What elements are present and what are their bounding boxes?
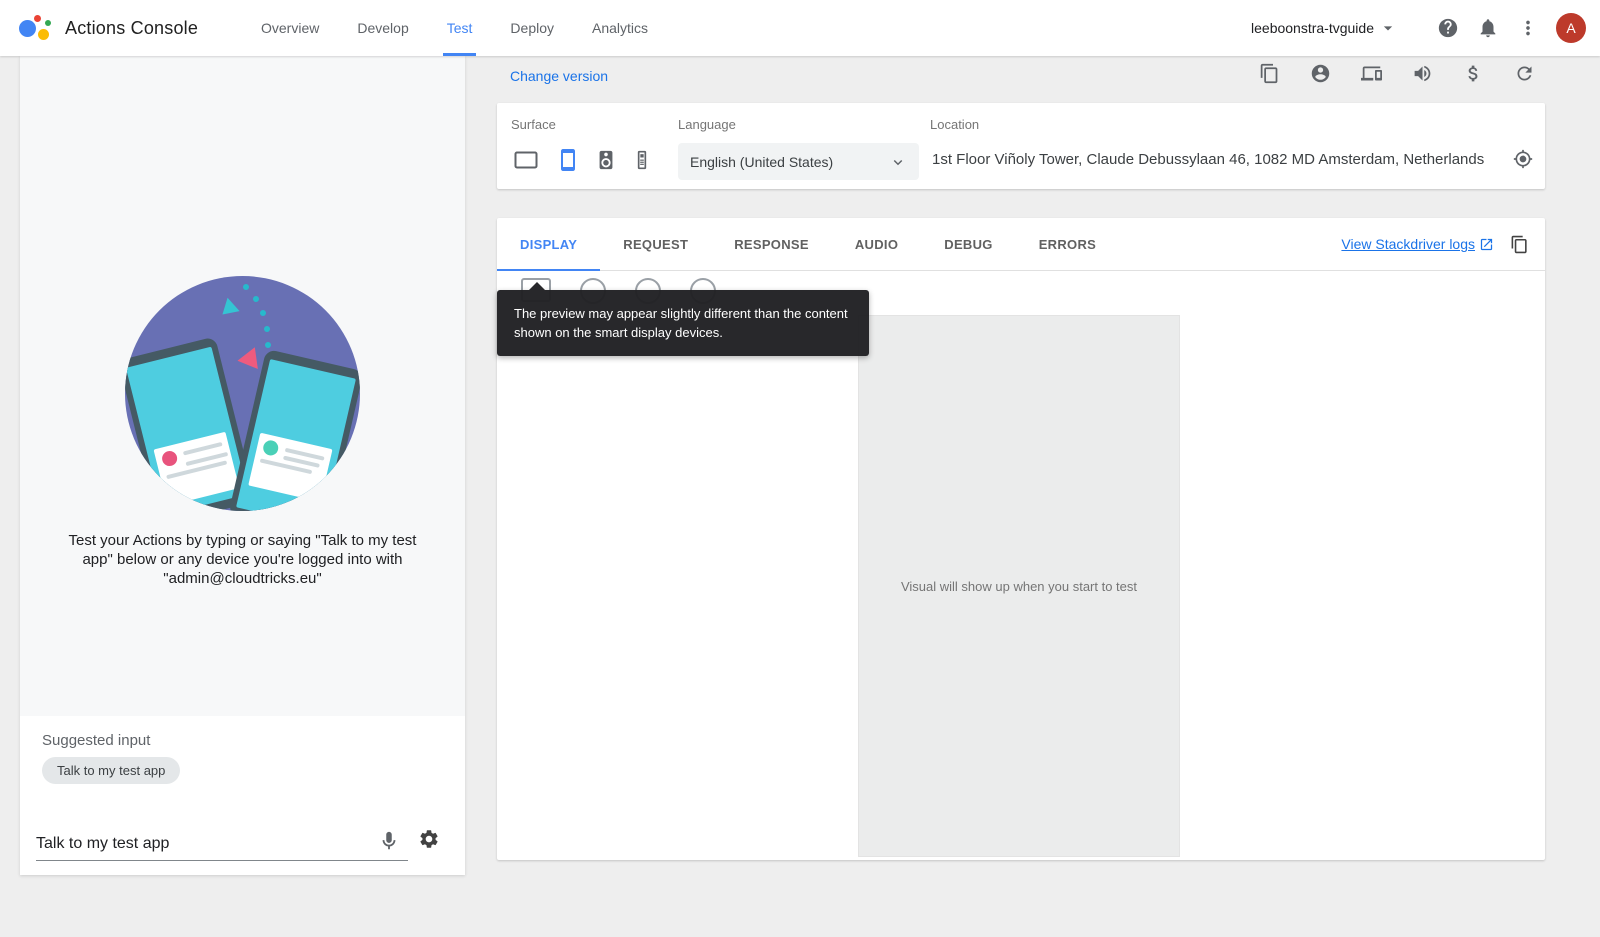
surface-settings-card: Surface Language English (United States)…	[497, 103, 1545, 189]
output-tab-bar: DISPLAY REQUEST RESPONSE AUDIO DEBUG ERR…	[497, 218, 1545, 271]
my-location-icon[interactable]	[1513, 149, 1533, 169]
account-icon[interactable]	[1309, 62, 1331, 84]
tab-errors[interactable]: ERRORS	[1016, 218, 1119, 270]
simulator-text-input[interactable]	[36, 828, 408, 861]
billing-dollar-icon[interactable]	[1462, 62, 1484, 84]
preview-tooltip: The preview may appear slightly differen…	[497, 290, 869, 356]
simulator-illustration	[125, 276, 360, 511]
chevron-down-icon	[889, 153, 907, 171]
nav-item-deploy[interactable]: Deploy	[491, 0, 573, 56]
devices-icon[interactable]	[1360, 62, 1382, 84]
visual-placeholder: Visual will show up when you start to te…	[858, 315, 1180, 857]
help-icon[interactable]	[1428, 8, 1468, 48]
tab-display[interactable]: DISPLAY	[497, 218, 600, 270]
phone-surface-icon[interactable]	[556, 147, 580, 173]
tab-response[interactable]: RESPONSE	[711, 218, 832, 270]
preview-tooltip-text: The preview may appear slightly differen…	[514, 306, 848, 340]
primary-nav: Overview Develop Test Deploy Analytics	[242, 0, 667, 56]
teal-triangle-decoration	[216, 298, 239, 321]
visual-placeholder-text: Visual will show up when you start to te…	[901, 579, 1137, 594]
nav-item-develop[interactable]: Develop	[338, 0, 427, 56]
simulator-intro-text: Test your Actions by typing or saying "T…	[54, 531, 431, 588]
location-value[interactable]: 1st Floor Viñoly Tower, Claude Debussyla…	[932, 151, 1513, 168]
surface-label: Surface	[511, 117, 556, 132]
user-avatar[interactable]: A	[1556, 13, 1586, 43]
language-select[interactable]: English (United States)	[678, 143, 919, 180]
surface-options	[511, 147, 652, 173]
feature-phone-surface-icon[interactable]	[632, 147, 652, 173]
overflow-menu-icon[interactable]	[1508, 8, 1548, 48]
stackdriver-link[interactable]: View Stackdriver logs	[1341, 236, 1494, 252]
app-bar: Actions Console Overview Develop Test De…	[0, 0, 1600, 56]
mic-icon[interactable]	[378, 830, 404, 856]
volume-icon[interactable]	[1411, 62, 1433, 84]
nav-item-overview[interactable]: Overview	[242, 0, 338, 56]
language-label: Language	[678, 117, 736, 132]
project-selector[interactable]: leeboonstra-tvguide	[1251, 18, 1398, 38]
suggestion-chip[interactable]: Talk to my test app	[42, 757, 180, 784]
simulator-output-panel: DISPLAY REQUEST RESPONSE AUDIO DEBUG ERR…	[497, 218, 1545, 860]
app-title: Actions Console	[65, 18, 198, 39]
location-label: Location	[930, 117, 979, 132]
stackdriver-link-label: View Stackdriver logs	[1341, 236, 1475, 252]
dropdown-arrow-icon	[1378, 18, 1398, 38]
copy-output-icon[interactable]	[1510, 235, 1529, 254]
simulator-panel: Test your Actions by typing or saying "T…	[20, 56, 465, 875]
conversation-area: Test your Actions by typing or saying "T…	[20, 56, 465, 716]
tab-audio[interactable]: AUDIO	[832, 218, 921, 270]
settings-gear-icon[interactable]	[418, 828, 444, 854]
tab-request[interactable]: REQUEST	[600, 218, 711, 270]
nav-item-analytics[interactable]: Analytics	[573, 0, 667, 56]
simulator-toolbar	[1258, 62, 1535, 84]
notifications-icon[interactable]	[1468, 8, 1508, 48]
change-version-link[interactable]: Change version	[510, 68, 608, 84]
language-value: English (United States)	[690, 154, 833, 170]
refresh-icon[interactable]	[1513, 62, 1535, 84]
app-bar-right: leeboonstra-tvguide A	[1251, 8, 1600, 48]
smart-display-surface-icon[interactable]	[511, 148, 541, 172]
suggested-input-label: Suggested input	[42, 732, 150, 749]
nav-item-test[interactable]: Test	[428, 0, 492, 56]
open-in-new-icon	[1479, 237, 1494, 252]
project-name: leeboonstra-tvguide	[1251, 20, 1374, 36]
actions-console-test-page: Actions Console Overview Develop Test De…	[0, 0, 1600, 937]
location-field[interactable]: 1st Floor Viñoly Tower, Claude Debussyla…	[932, 149, 1533, 169]
copy-icon[interactable]	[1258, 62, 1280, 84]
tab-debug[interactable]: DEBUG	[921, 218, 1015, 270]
google-assistant-logo-icon	[18, 11, 52, 45]
speaker-surface-icon[interactable]	[595, 147, 617, 173]
